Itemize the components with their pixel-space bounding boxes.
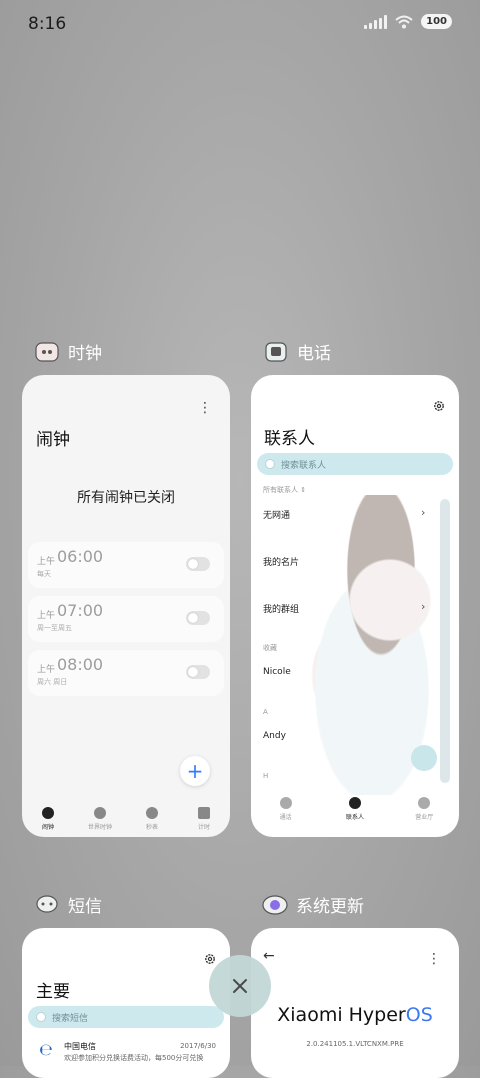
alarm-ampm: 上午 (37, 557, 56, 567)
tab-alarm[interactable]: 闹钟 (23, 807, 73, 831)
tab-label: 营业厅 (415, 814, 434, 821)
alarm-time: 08:00 (57, 655, 104, 674)
alarm-clock-icon (42, 807, 54, 819)
section-letter-h: H (263, 772, 269, 780)
tab-label: 秒表 (145, 824, 158, 831)
settings-gear-icon[interactable] (204, 953, 216, 965)
tab-label: 闹钟 (41, 824, 54, 831)
close-icon (233, 979, 247, 993)
sms-app-name: 短信 (68, 897, 102, 917)
clock-app-header[interactable]: 时钟 (34, 339, 102, 364)
search-icon (36, 1012, 46, 1022)
status-bar: 8:16 100 (0, 0, 480, 50)
alarm-repeat: 每天 (37, 570, 51, 578)
update-app-card[interactable]: ← ⋮ Xiaomi HyperOS 2.0.241105.1.VLTCNXM.… (251, 928, 459, 1078)
os-brand-suffix: OS (405, 1004, 433, 1026)
phone-app-icon (263, 340, 289, 364)
os-brand-title: Xiaomi HyperOS (251, 1004, 459, 1026)
status-time: 8:16 (28, 14, 67, 34)
sms-app-header[interactable]: 短信 (34, 892, 102, 917)
update-app-name: 系统更新 (296, 897, 364, 917)
contact-list-item[interactable]: Nicole (263, 667, 291, 677)
battery-indicator: 100 (421, 14, 452, 29)
alphabet-index-scrollbar[interactable] (440, 499, 450, 783)
tab-timer[interactable]: 计时 (179, 807, 229, 831)
sms-title: 主要 (36, 982, 70, 1002)
add-alarm-button[interactable]: + (180, 756, 210, 786)
contact-row-label[interactable]: 无网通 (263, 508, 290, 521)
more-options-icon[interactable]: ⋮ (427, 952, 441, 966)
tab-label: 计时 (197, 824, 210, 831)
section-letter-a: A (263, 708, 268, 716)
back-arrow-icon[interactable]: ← (263, 948, 275, 964)
phone-app-name: 电话 (297, 344, 331, 364)
search-placeholder: 搜索短信 (52, 1013, 89, 1024)
more-options-icon[interactable]: ⋮ (198, 401, 212, 415)
wifi-icon (395, 15, 413, 28)
phone-app-card[interactable]: 联系人 搜索联系人 所有联系人 ⇕ 无网通 › 我的名片 我的群组 › 收藏 N… (251, 375, 459, 837)
calls-icon (279, 797, 292, 809)
clock-bottom-nav: 闹钟 世界时钟 秒表 计时 (22, 807, 230, 831)
china-telecom-logo-icon: ℮ (39, 1040, 53, 1059)
tab-calls[interactable]: 通话 (261, 797, 311, 821)
alarm-time: 06:00 (57, 547, 104, 566)
service-hall-icon (418, 797, 431, 809)
my-groups-row[interactable]: 我的群组 (263, 602, 299, 615)
alarm-repeat: 周六 周日 (37, 678, 68, 686)
alarm-time: 07:00 (57, 601, 104, 620)
tab-stopwatch[interactable]: 秒表 (127, 807, 177, 831)
search-icon (265, 459, 275, 469)
chevron-right-icon: › (421, 506, 426, 519)
alarm-item[interactable]: 上午 06:00 每天 (28, 542, 224, 588)
message-preview: 欢迎参加积分兑换话费活动，每500分可兑换 (64, 1054, 204, 1062)
alarms-off-message: 所有闹钟已关闭 (77, 490, 175, 506)
tab-contacts[interactable]: 联系人 (330, 797, 380, 821)
contacts-icon (348, 797, 361, 809)
tab-label: 联系人 (345, 814, 364, 821)
clock-app-card[interactable]: ⋮ 闹钟 所有闹钟已关闭 上午 06:00 每天 上午 07:00 周一至周五 … (22, 375, 230, 837)
alarm-toggle[interactable] (186, 665, 210, 679)
search-placeholder: 搜索联系人 (281, 460, 327, 471)
hourglass-icon (198, 807, 210, 819)
os-version: 2.0.241105.1.VLTCNXM.PRE (306, 1040, 404, 1048)
alarm-ampm: 上午 (37, 611, 56, 621)
contacts-title: 联系人 (264, 429, 315, 449)
sms-app-card[interactable]: 主要 搜索短信 ℮ 中国电信 2017/6/30 欢迎参加积分兑换话费活动，每5… (22, 928, 230, 1078)
sms-app-icon (34, 893, 60, 917)
status-icons: 100 (364, 14, 452, 29)
contacts-search-input[interactable]: 搜索联系人 (257, 453, 453, 475)
tab-service-hall[interactable]: 营业厅 (399, 797, 449, 821)
clock-app-name: 时钟 (68, 344, 102, 364)
alarm-ampm: 上午 (37, 665, 56, 675)
chevron-right-icon: › (421, 600, 426, 613)
sms-search-input[interactable]: 搜索短信 (28, 1006, 224, 1028)
os-brand-prefix: Xiaomi Hyper (277, 1004, 406, 1026)
favorites-section-label: 收藏 (263, 644, 277, 652)
update-app-header[interactable]: 系统更新 (262, 892, 364, 917)
contacts-filter-dropdown[interactable]: 所有联系人 ⇕ (263, 485, 306, 495)
alarm-item[interactable]: 上午 07:00 周一至周五 (28, 596, 224, 642)
settings-gear-icon[interactable] (433, 400, 445, 412)
message-sender[interactable]: 中国电信 (64, 1041, 96, 1052)
tab-label: 世界时钟 (87, 824, 112, 831)
message-date: 2017/6/30 (180, 1042, 216, 1050)
update-app-icon (262, 893, 288, 917)
alarm-toggle[interactable] (186, 557, 210, 571)
alarm-item[interactable]: 上午 08:00 周六 周日 (28, 650, 224, 696)
world-clock-icon (94, 807, 106, 819)
contact-list-item[interactable]: Andy (263, 731, 286, 741)
tab-label: 通话 (279, 814, 292, 821)
clock-title: 闹钟 (36, 430, 70, 450)
my-card-row[interactable]: 我的名片 (263, 555, 299, 568)
alarm-toggle[interactable] (186, 611, 210, 625)
tab-world-clock[interactable]: 世界时钟 (75, 807, 125, 831)
phone-bottom-nav: 通话 联系人 营业厅 (251, 797, 459, 821)
close-recents-button[interactable] (209, 955, 271, 1017)
phone-app-header[interactable]: 电话 (263, 339, 331, 364)
clock-app-icon (34, 340, 60, 364)
dialpad-button[interactable] (411, 745, 437, 771)
stopwatch-icon (146, 807, 158, 819)
alarm-repeat: 周一至周五 (37, 624, 72, 632)
signal-icon (364, 14, 388, 29)
